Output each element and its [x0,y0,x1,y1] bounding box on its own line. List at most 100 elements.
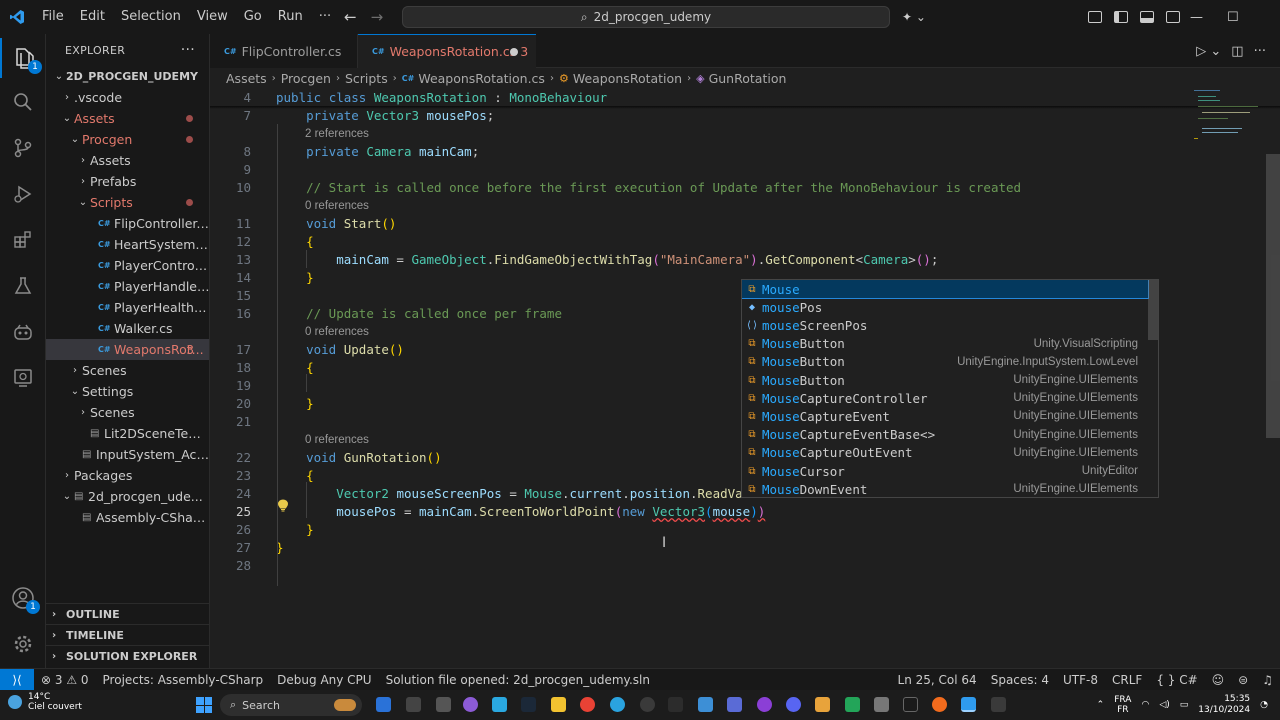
suggestion-scrollbar[interactable] [1148,280,1158,340]
epic-games-icon[interactable] [436,697,451,712]
menu-run[interactable]: Run [270,0,311,34]
github-icon[interactable] [640,697,655,712]
code-line[interactable]: } [276,521,314,539]
tree-item[interactable]: ▤ Lit2DSceneTemplat... [46,423,209,444]
breadcrumb-item[interactable]: Assets [226,71,267,86]
solution-status[interactable]: Solution file opened: 2d_procgen_udemy.s… [379,673,657,687]
minimap[interactable] [1190,88,1266,148]
notifications-icon[interactable]: ♫ [1255,673,1280,687]
code-line[interactable]: void Start() [276,215,396,233]
tab-flipcontroller[interactable]: C# FlipController.cs [210,34,358,68]
code-line[interactable]: { [276,359,314,377]
forward-arrow-icon[interactable]: → [371,8,384,26]
copilot-icon[interactable] [0,312,46,352]
tab-weaponsrotation[interactable]: C# WeaponsRotation.cs 3 [358,34,536,68]
outlook-icon[interactable] [376,697,391,712]
codelens-references[interactable]: 0 references [305,197,369,215]
back-arrow-icon[interactable]: ← [344,8,357,26]
source-control-icon[interactable] [0,128,46,168]
suggestion-item[interactable]: ⧉ MouseCursor UnityEditor [742,462,1148,480]
cursor-position[interactable]: Ln 25, Col 64 [891,673,984,687]
suggestion-item[interactable]: ⧉ MouseButton UnityEngine.InputSystem.LowL… [742,353,1148,371]
tree-item[interactable]: ⌄ Scripts [46,192,209,213]
windows-start-icon[interactable] [196,697,212,713]
notification-bell-icon[interactable]: ◔ [1260,700,1268,710]
blender-icon[interactable] [932,697,947,712]
build-config[interactable]: Debug Any CPU [270,673,378,687]
app-icon[interactable] [727,697,742,712]
discord-icon[interactable] [786,697,801,712]
clock[interactable]: 15:35 13/10/2024 [1198,694,1250,716]
project-indicator[interactable]: Projects: Assembly-CSharp [96,673,271,687]
gear-icon[interactable] [0,624,46,664]
telegram-icon[interactable] [610,697,625,712]
code-line[interactable]: private Camera mainCam; [276,143,479,161]
suggestion-item[interactable]: ⧉ MouseButton Unity.VisualScripting [742,335,1148,353]
file-explorer-icon[interactable] [551,697,566,712]
tree-item[interactable]: ⌄ 2D_PROCGEN_UDEMY [46,66,209,87]
vertical-scrollbar[interactable] [1266,154,1280,438]
unity-icon[interactable] [668,697,683,712]
toggle-panel-icon[interactable] [1140,11,1154,23]
more-actions-icon[interactable]: ··· [1254,44,1266,59]
search-icon[interactable] [0,82,46,122]
tree-item[interactable]: ⌄ Assets [46,108,209,129]
wifi-icon[interactable]: ◠ [1141,700,1149,710]
code-editor[interactable]: 4 public class WeaponsRotation : MonoBeha… [210,88,1280,668]
testing-icon[interactable] [0,266,46,306]
maximize-icon[interactable]: ☐ [1227,10,1239,25]
unsaved-dot-icon[interactable] [510,47,518,56]
code-line[interactable]: private Vector3 mousePos; [276,107,494,125]
app-icon[interactable] [815,697,830,712]
copilot-status-icon[interactable]: ☺ [1205,673,1232,687]
code-line[interactable]: { [276,233,314,251]
breadcrumb-item[interactable]: WeaponsRotation.cs [418,71,545,86]
code-line[interactable]: } [276,395,314,413]
sync-icon[interactable]: ⊜ [1231,673,1255,687]
tree-item[interactable]: C# PlayerHealth.cs [46,297,209,318]
problems-indicator[interactable]: ⊗ 3 ⚠ 0 [34,673,96,687]
remote-indicator-icon[interactable]: ⟩⟨ [0,668,34,691]
code-line[interactable]: void GunRotation() [276,449,442,467]
tree-item[interactable]: C# Walker.cs [46,318,209,339]
menu-edit[interactable]: Edit [72,0,113,34]
section-solution-explorer[interactable]: › SOLUTION EXPLORER [46,645,209,666]
visual-studio-icon[interactable] [757,697,772,712]
menu-view[interactable]: View [189,0,236,34]
customize-layout-icon[interactable] [1088,11,1102,23]
tree-item[interactable]: › Prefabs [46,171,209,192]
suggestion-item[interactable]: ⧉ MouseCaptureEventBase<> UnityEngine.UIEl… [742,426,1148,444]
menu-more[interactable]: ··· [311,0,339,34]
slack-icon[interactable] [463,697,478,712]
tree-item[interactable]: › Scenes [46,402,209,423]
photos-icon[interactable] [492,697,507,712]
app-icon[interactable] [845,697,860,712]
remote-explorer-icon[interactable] [0,358,46,398]
code-line[interactable]: { [276,467,314,485]
chrome-icon[interactable] [580,697,595,712]
indentation[interactable]: Spaces: 4 [984,673,1056,687]
tree-item[interactable]: C# WeaponsRot... 3 [46,339,209,360]
toggle-secondary-sidebar-icon[interactable] [1166,11,1180,23]
suggestion-item[interactable]: ⟨⟩ mouseScreenPos [742,316,1148,334]
code-line[interactable]: mainCam = GameObject.FindGameObjectWithT… [276,251,938,269]
account-icon[interactable]: 1 [0,578,46,618]
suggestion-item[interactable]: ⧉ MouseButton UnityEngine.UIElements [742,371,1148,389]
code-line[interactable]: } [276,269,314,287]
encoding[interactable]: UTF-8 [1056,673,1105,687]
more-actions-icon[interactable]: ··· [181,42,195,58]
copilot-menu-icon[interactable]: ✦ ⌄ [902,0,926,34]
tree-item[interactable]: ⌄ Settings [46,381,209,402]
breadcrumb-item[interactable]: WeaponsRotation [573,71,682,86]
weather-widget[interactable]: 14°C Ciel couvert [8,692,82,712]
chevron-up-icon[interactable]: ⌃ [1097,700,1105,710]
vscode-blue-icon[interactable] [698,697,713,712]
code-line[interactable]: // Start is called once before the first… [276,179,1021,197]
explorer-icon[interactable]: 1 [0,38,46,78]
lightbulb-icon[interactable] [277,499,289,512]
code-line[interactable]: Vector2 mouseScreenPos = Mouse.current.p… [276,485,750,503]
tree-item[interactable]: › .vscode [46,87,209,108]
run-debug-icon[interactable] [0,174,46,214]
volume-icon[interactable]: ◁) [1159,700,1169,710]
code-line[interactable]: public class WeaponsRotation : MonoBehav… [276,89,607,107]
